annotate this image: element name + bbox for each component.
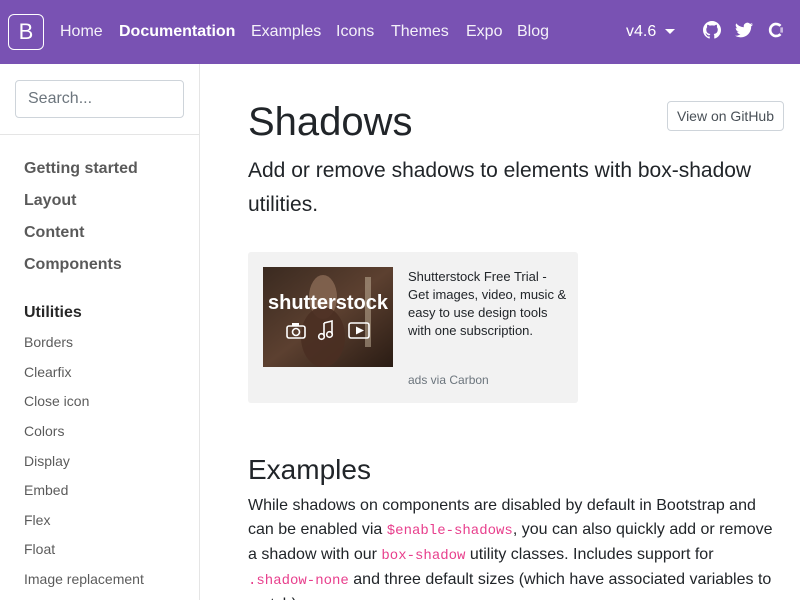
- sidebar-group-layout[interactable]: Layout: [24, 191, 76, 211]
- version-label: v4.6: [626, 23, 657, 40]
- examples-heading: Examples: [248, 454, 371, 485]
- sidebar-item-colors[interactable]: Colors: [24, 422, 64, 440]
- paragraph-text: utility classes. Includes support for: [465, 546, 714, 563]
- sidebar-item-borders[interactable]: Borders: [24, 333, 73, 351]
- nav-link-examples[interactable]: Examples: [251, 22, 321, 42]
- bootstrap-logo[interactable]: B: [8, 14, 44, 50]
- examples-paragraph: While shadows on components are disabled…: [248, 494, 783, 600]
- nav-link-home[interactable]: Home: [60, 22, 103, 42]
- sidebar-group-utilities[interactable]: Utilities: [24, 303, 82, 323]
- chevron-down-icon: [665, 29, 675, 34]
- ad-image-logo: shutterstock: [268, 292, 389, 314]
- code-shadow-none: .shadow-none: [248, 573, 349, 589]
- sidebar-group-getting-started[interactable]: Getting started: [24, 159, 138, 179]
- code-enable-shadows: $enable-shadows: [386, 523, 513, 539]
- sidebar-item-close-icon[interactable]: Close icon: [24, 392, 89, 410]
- code-box-shadow: box-shadow: [381, 548, 466, 564]
- ad-image[interactable]: shutterstock: [263, 267, 393, 367]
- sidebar-item-clearfix[interactable]: Clearfix: [24, 363, 71, 381]
- nav-link-expo[interactable]: Expo: [466, 22, 502, 42]
- ad-powered-by[interactable]: ads via Carbon: [408, 372, 489, 388]
- nav-link-blog[interactable]: Blog: [517, 22, 549, 42]
- twitter-icon[interactable]: [735, 21, 753, 39]
- page-lead: Add or remove shadows to elements with b…: [248, 159, 752, 216]
- github-icon[interactable]: [703, 21, 721, 39]
- nav-link-documentation[interactable]: Documentation: [119, 22, 235, 42]
- view-on-github-button[interactable]: View on GitHub: [667, 101, 784, 131]
- nav-link-icons[interactable]: Icons: [336, 22, 374, 42]
- search-input[interactable]: [15, 80, 184, 118]
- sidebar-group-content[interactable]: Content: [24, 223, 84, 243]
- sidebar-item-flex[interactable]: Flex: [24, 511, 50, 529]
- sidebar-item-float[interactable]: Float: [24, 540, 55, 558]
- sidebar-group-components[interactable]: Components: [24, 255, 122, 275]
- carbon-ad: shutterstock Shutterstock Free Trial - G…: [248, 252, 578, 403]
- ad-text[interactable]: Shutterstock Free Trial - Get images, vi…: [408, 268, 568, 340]
- sidebar-divider: [0, 134, 199, 135]
- opencollective-icon[interactable]: [767, 21, 785, 39]
- nav-link-themes[interactable]: Themes: [391, 22, 449, 42]
- sidebar-item-display[interactable]: Display: [24, 452, 70, 470]
- page-title: Shadows: [248, 100, 413, 144]
- sidebar-item-embed[interactable]: Embed: [24, 481, 68, 499]
- sidebar: Getting started Layout Content Component…: [0, 64, 200, 600]
- sidebar-item-image-replacement[interactable]: Image replacement: [24, 570, 144, 588]
- navbar: B Home Documentation Examples Icons Them…: [0, 0, 800, 64]
